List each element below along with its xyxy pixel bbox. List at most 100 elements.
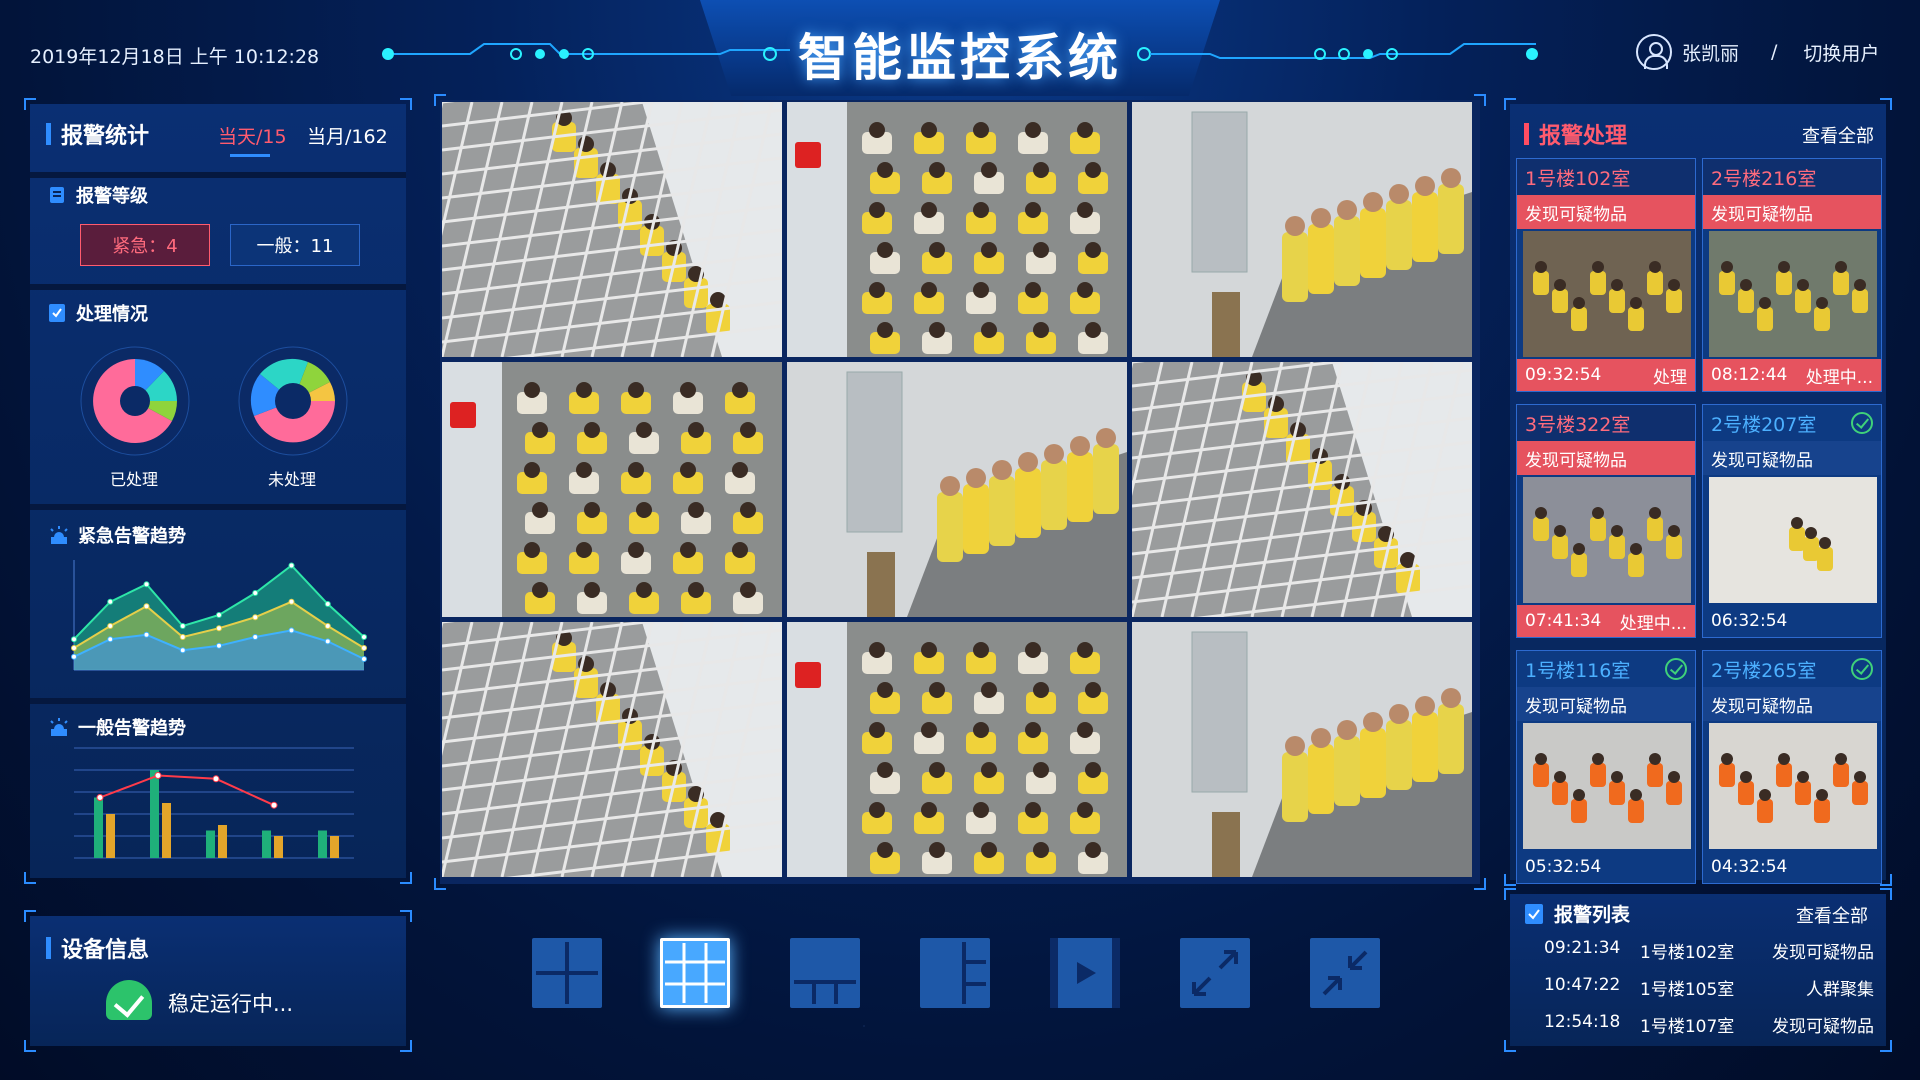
camera-feed[interactable] (1132, 362, 1472, 617)
person-figure (1535, 507, 1547, 519)
person-figure (1571, 307, 1587, 331)
person-figure (1719, 763, 1735, 787)
device-info-heading: 设备信息 (46, 932, 149, 964)
urgent-count-badge[interactable]: 紧急：4 (80, 224, 210, 266)
layout-2x2-button[interactable] (532, 938, 602, 1008)
person-figure (1854, 771, 1866, 783)
page-title: 智能监控系统 (798, 29, 1122, 87)
person-figure (929, 242, 945, 258)
camera-feed-image (787, 102, 1127, 357)
exit-fullscreen-button[interactable] (1310, 938, 1380, 1008)
alarm-card-status[interactable]: 处理 (1653, 363, 1687, 388)
person-figure (981, 322, 997, 338)
process-status-icon (49, 304, 65, 322)
alarm-list-row[interactable]: 10:47:22 1号楼105室 人群聚集 (1544, 975, 1874, 1000)
expand-icon (1192, 950, 1238, 996)
normal-count-badge[interactable]: 一般：11 (230, 224, 360, 266)
person-figure (1033, 322, 1049, 338)
trend-point (143, 631, 150, 638)
person-figure (1609, 289, 1625, 313)
alarm-list-row[interactable]: 09:21:34 1号楼102室 发现可疑物品 (1544, 938, 1874, 963)
alarm-time: 09:21:34 (1544, 938, 1621, 958)
person-figure (1554, 525, 1566, 537)
tab-today[interactable]: 当天/15 (218, 122, 287, 149)
person-figure (921, 722, 937, 738)
person-figure (1611, 771, 1623, 783)
alarm-snapshot-image[interactable] (1709, 723, 1877, 849)
panel-corner (400, 910, 412, 922)
alarm-card-header: 2号楼265室 (1703, 651, 1881, 687)
camera-feed[interactable] (787, 362, 1127, 617)
person-figure (1334, 736, 1360, 806)
alarm-list-row[interactable]: 12:54:18 1号楼107室 发现可疑物品 (1544, 1012, 1874, 1037)
person-figure (1552, 781, 1568, 805)
camera-feed[interactable] (1132, 622, 1472, 877)
person-figure (1554, 771, 1566, 783)
person-figure (732, 462, 748, 478)
alarm-card[interactable]: 3号楼322室 发现可疑物品 07:41:34 处理中... (1516, 404, 1696, 638)
camera-feed[interactable] (442, 622, 782, 877)
person-figure (1571, 553, 1587, 577)
camera-feed[interactable] (442, 362, 782, 617)
person-figure (1776, 763, 1792, 787)
alarm-snapshot-image[interactable] (1709, 477, 1877, 603)
person-figure (1033, 162, 1049, 178)
person-figure (1789, 527, 1805, 551)
play-button[interactable] (1050, 938, 1120, 1008)
camera-feed-image (787, 362, 1127, 617)
alarm-card-footer: 04:32:54 (1703, 851, 1881, 883)
alarm-card[interactable]: 2号楼216室 发现可疑物品 08:12:44 处理中... (1702, 158, 1882, 392)
alarm-handle-view-all-link[interactable]: 查看全部 (1802, 122, 1874, 148)
urgent-trend-heading: 紧急告警趋势 (48, 522, 186, 548)
panel-corner (1504, 874, 1516, 886)
alarm-snapshot-image[interactable] (1709, 231, 1877, 357)
video-wall (434, 94, 1486, 890)
layout-side-split-button[interactable] (920, 938, 990, 1008)
camera-feed[interactable] (787, 102, 1127, 357)
camera-feed[interactable] (1132, 102, 1472, 357)
person-figure (966, 468, 986, 488)
header: 2019年12月18日 上午 10:12:28 智能监控系统 张凯丽 / 切换用… (0, 0, 1920, 100)
switch-user-link[interactable]: 切换用户 (1803, 39, 1879, 66)
alarm-type: 发现可疑物品 (1772, 1017, 1874, 1037)
alarm-snapshot-image[interactable] (1523, 231, 1691, 357)
camera-feed[interactable] (442, 102, 782, 357)
person-figure (576, 382, 592, 398)
alarm-card-room: 1号楼116室 (1525, 659, 1631, 682)
person-figure (1590, 517, 1606, 541)
alarm-stats-title: 报警统计 (61, 124, 150, 149)
person-figure (921, 122, 937, 138)
alarm-card[interactable]: 2号楼265室 发现可疑物品 04:32:54 (1702, 650, 1882, 884)
alarm-snapshot-image[interactable] (1523, 723, 1691, 849)
trend-point (71, 645, 77, 651)
person-figure (1776, 271, 1792, 295)
trend-point (71, 653, 77, 660)
layout-1plus3-button[interactable] (790, 938, 860, 1008)
person-figure (1077, 282, 1093, 298)
camera-feed[interactable] (787, 622, 1127, 877)
person-figure (973, 802, 989, 818)
fullscreen-button[interactable] (1180, 938, 1250, 1008)
alarm-card[interactable]: 1号楼116室 发现可疑物品 05:32:54 (1516, 650, 1696, 884)
trend-point (143, 581, 150, 588)
alarm-snapshot-image[interactable] (1523, 477, 1691, 603)
tab-month[interactable]: 当月/162 (307, 122, 388, 149)
alarm-card[interactable]: 2号楼207室 发现可疑物品 06:32:54 (1702, 404, 1882, 638)
alarm-card[interactable]: 1号楼102室 发现可疑物品 09:32:54 处理 (1516, 158, 1696, 392)
alarm-card-footer: 09:32:54 处理 (1517, 359, 1695, 391)
person-figure (1308, 744, 1334, 814)
person-figure (1797, 771, 1809, 783)
person-figure (1096, 428, 1116, 448)
trend-point (288, 562, 295, 569)
person-figure (1077, 722, 1093, 738)
alarm-list-view-all-link[interactable]: 查看全部 (1796, 902, 1868, 928)
urgent-trend-chart (71, 560, 367, 671)
person-figure (973, 642, 989, 658)
person-figure (1819, 537, 1831, 549)
layout-3x3-button[interactable] (660, 938, 730, 1008)
trend-line (99, 774, 275, 807)
user-name[interactable]: 张凯丽 (1682, 39, 1739, 66)
bar-series-1 (150, 770, 159, 858)
person-figure (1759, 789, 1771, 801)
heading-bar (46, 123, 51, 145)
